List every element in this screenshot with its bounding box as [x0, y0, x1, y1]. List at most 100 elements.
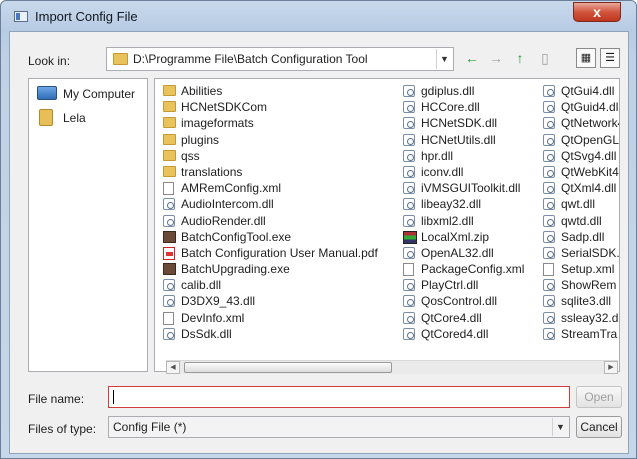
scrollbar-thumb[interactable] [184, 362, 392, 373]
dialog-body: Look in: D:\Programme File\Batch Configu… [9, 31, 629, 454]
title-bar[interactable]: Import Config File x [1, 1, 636, 31]
folder-icon [163, 165, 176, 177]
file-name: ShowRem [561, 278, 617, 293]
doc-icon [403, 263, 414, 277]
file-name: AudioRender.dll [181, 213, 266, 228]
file-name: StreamTra [561, 326, 618, 341]
file-name: BatchUpgrading.exe [181, 262, 290, 277]
chevron-down-icon[interactable]: ▼ [552, 418, 568, 436]
file-name: HCNetSDKCom [181, 100, 268, 115]
dll-icon [403, 198, 415, 211]
file-name: libeay32.dll [421, 197, 482, 212]
file-name: QtNetwork4 [561, 116, 620, 131]
close-button[interactable]: x [573, 2, 621, 22]
sidebar: My Computer Lela [28, 78, 148, 372]
doc-icon [163, 311, 174, 325]
dll-icon [543, 230, 555, 243]
window-icon [14, 11, 28, 22]
detail-view-button[interactable]: ☰ [600, 48, 620, 68]
file-name: QtXml4.dll [561, 181, 617, 196]
file-name-label: File name: [28, 392, 85, 406]
pdf-icon [163, 246, 175, 260]
dll-icon [543, 311, 555, 324]
zip-icon [403, 230, 417, 244]
file-name: HCCore.dll [421, 100, 480, 115]
scroll-left-icon[interactable]: ◀ [166, 361, 180, 374]
file-name: DevInfo.xml [181, 310, 245, 325]
dll-icon [163, 214, 175, 227]
file-name: Setup.xml [561, 262, 615, 277]
file-name: PlayCtrl.dll [421, 278, 479, 293]
doc-icon [543, 263, 554, 277]
look-in-combo[interactable]: D:\Programme File\Batch Configuration To… [106, 47, 454, 71]
file-name: AMRemConfig.xml [181, 181, 282, 196]
dll-icon [543, 246, 555, 259]
dll-icon [163, 198, 175, 211]
dll-icon [543, 295, 555, 308]
file-name: AudioIntercom.dll [181, 197, 274, 212]
dll-icon [403, 279, 415, 292]
file-name: QtGui4.dll [561, 84, 615, 98]
text-caret [113, 390, 114, 404]
cancel-button[interactable]: Cancel [576, 416, 622, 438]
file-name: QtCored4.dll [421, 326, 489, 341]
file-name: iconv.dll [421, 164, 464, 179]
file-name: QosControl.dll [421, 294, 498, 309]
file-name: ssleay32.d [561, 310, 619, 325]
dll-icon [403, 149, 415, 162]
dll-icon [403, 311, 415, 324]
file-name: iVMSGUIToolkit.dll [421, 181, 521, 196]
sidebar-item-label: My Computer [63, 87, 136, 101]
file-name: QtOpenGL4 [561, 132, 620, 147]
forward-button[interactable]: → [486, 48, 506, 68]
dll-icon [403, 214, 415, 227]
file-name: QtCore4.dll [421, 310, 482, 325]
scroll-right-icon[interactable]: ▶ [604, 361, 618, 374]
list-view-button[interactable]: ▦ [576, 48, 596, 68]
file-name: QtGuid4.dll [561, 100, 620, 115]
dll-icon [543, 133, 555, 146]
file-name: plugins [181, 132, 220, 147]
back-button[interactable]: ← [462, 48, 482, 68]
file-name: hpr.dll [421, 148, 454, 163]
files-of-type-select[interactable]: Config File (*) ▼ [108, 416, 570, 438]
dll-icon [403, 182, 415, 195]
user-folder-icon [39, 109, 53, 126]
file-name: DsSdk.dll [181, 326, 232, 341]
folder-icon [163, 117, 176, 129]
new-folder-button[interactable]: ▯ [535, 48, 555, 68]
sidebar-item-label: Lela [63, 111, 86, 125]
dll-icon [403, 101, 415, 114]
open-button[interactable]: Open [576, 386, 622, 408]
horizontal-scrollbar[interactable]: ◀ ▶ [166, 360, 618, 374]
file-name: PackageConfig.xml [421, 262, 525, 277]
file-name: gdiplus.dll [421, 84, 475, 98]
folder-icon [163, 133, 176, 145]
file-name: translations [181, 164, 243, 179]
dll-icon [163, 279, 175, 292]
file-name: Sadp.dll [561, 229, 605, 244]
look-in-path: D:\Programme File\Batch Configuration To… [133, 52, 368, 66]
chevron-down-icon[interactable]: ▼ [436, 49, 452, 69]
dll-icon [403, 246, 415, 259]
exe-icon [163, 230, 176, 243]
dll-icon [543, 279, 555, 292]
file-name: libxml2.dll [421, 213, 474, 228]
file-name: QtSvg4.dll [561, 148, 617, 163]
file-name: calib.dll [181, 278, 222, 293]
file-name-input[interactable] [108, 386, 570, 408]
dll-icon [543, 182, 555, 195]
doc-icon [163, 182, 174, 196]
computer-icon [37, 86, 57, 100]
dll-icon [543, 165, 555, 178]
dll-icon [543, 101, 555, 114]
dll-icon [543, 214, 555, 227]
file-name: Abilities [181, 84, 223, 98]
dll-icon [543, 117, 555, 130]
up-folder-button[interactable]: ↑ [510, 48, 530, 68]
import-config-dialog: Import Config File x Look in: D:\Program… [0, 0, 637, 459]
dll-icon [403, 327, 415, 340]
file-list: Abilities HCNetSDKCom imageformats plugins q… [154, 78, 620, 372]
file-name: HCNetSDK.dll [421, 116, 498, 131]
file-name: OpenAL32.dll [421, 245, 494, 260]
